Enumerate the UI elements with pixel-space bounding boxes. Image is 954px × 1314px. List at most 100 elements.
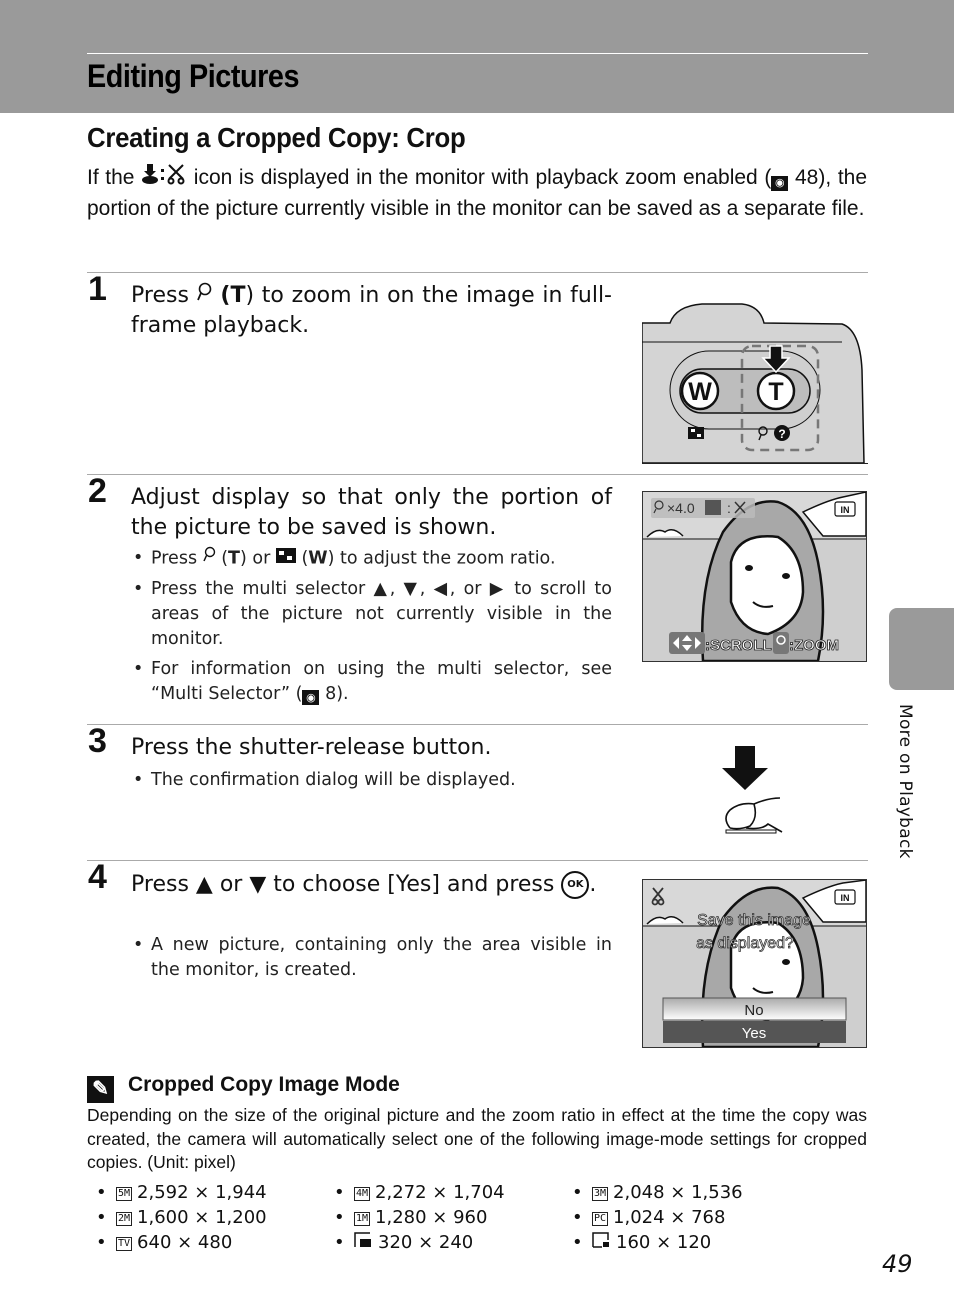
image-mode-item: • 160 × 120: [572, 1231, 712, 1255]
step-text: Press: [131, 283, 189, 308]
chapter-tab-label: More on Playback: [895, 704, 915, 859]
ok-button-icon: OK: [561, 871, 590, 899]
ref-page: 8: [325, 683, 337, 704]
right-arrow-icon: ▶: [489, 578, 506, 599]
zoom-magnifier-icon: [196, 281, 213, 311]
image-mode-1m-icon: 1M: [354, 1212, 371, 1226]
step-divider: [87, 474, 868, 475]
bullet-item: For information on using the multi selec…: [131, 657, 612, 707]
image-mode-item: • 3M 2,048 × 1,536: [572, 1182, 743, 1203]
up-arrow-icon: ▲: [195, 872, 213, 897]
text: ).: [336, 683, 349, 704]
tele-label: T: [228, 548, 240, 569]
svg-text:Yes: Yes: [742, 1025, 766, 1042]
mode-size: 1,600 × 1,200: [137, 1207, 267, 1228]
print-crop-icon: [141, 163, 187, 194]
text: Press: [151, 548, 198, 569]
chapter-title: Editing Pictures: [87, 58, 300, 94]
print-icon: [705, 500, 721, 515]
bullet-item: The confirmation dialog will be displaye…: [131, 768, 612, 793]
svg-text::: :: [727, 500, 731, 516]
text: Press the multi selector: [151, 578, 366, 599]
step-divider: [87, 860, 868, 861]
step-title: Adjust display so that only the portion …: [131, 485, 612, 540]
image-mode-160-icon: [592, 1231, 610, 1255]
step-number: 1: [88, 270, 107, 308]
up-arrow-icon: ▲: [373, 578, 390, 599]
intro-text-start: If the: [87, 166, 135, 189]
text: ,: [389, 578, 396, 599]
step-number: 2: [88, 472, 107, 510]
step-title: Press (T) to zoom in on the image in ful…: [131, 281, 612, 341]
paren: (: [220, 283, 231, 308]
left-arrow-icon: ◀: [433, 578, 450, 599]
shutter-press-figure: [718, 746, 788, 838]
image-mode-item: • 1M 1,280 × 960: [334, 1207, 488, 1228]
image-mode-tv-icon: TV: [116, 1237, 133, 1251]
note-heading: ✎ Cropped Copy Image Mode: [87, 1073, 400, 1103]
mode-size: 2,048 × 1,536: [613, 1182, 743, 1203]
zoom-hint: :ZOOM: [789, 637, 839, 654]
text: or: [219, 872, 243, 897]
dialog-prompt-line1: Save this image: [697, 912, 811, 929]
step-divider: [87, 724, 868, 725]
image-mode-list: • 5M 2,592 × 1,944 • 4M 2,272 × 1,704 • 3M 2,0…: [96, 1181, 796, 1255]
svg-text:IN: IN: [841, 505, 850, 515]
camera-zoom-buttons-figure: W T ?: [642, 290, 868, 464]
down-arrow-icon: [722, 746, 768, 790]
thumbnail-icon: [688, 427, 704, 439]
mode-size: 2,272 × 1,704: [375, 1182, 505, 1203]
step-bullets: The confirmation dialog will be displaye…: [131, 768, 612, 798]
text: ) or: [239, 548, 271, 569]
down-arrow-icon: ▼: [403, 578, 420, 599]
bullet-item: Press (T) or (W) to adjust the zoom rati…: [131, 546, 612, 572]
text: .: [589, 872, 597, 897]
chapter-tab: [889, 608, 954, 690]
image-mode-item: • TV 640 × 480: [96, 1232, 233, 1253]
tele-button-label: T: [768, 378, 783, 406]
dialog-prompt-line2: as displayed?: [696, 935, 794, 952]
image-mode-item: • PC 1,024 × 768: [572, 1207, 726, 1228]
image-mode-2m-icon: 2M: [116, 1212, 133, 1226]
wide-button-label: W: [688, 378, 712, 406]
zoom-magnifier-icon: [202, 546, 216, 571]
intro-text-middle: icon is displayed in the monitor with pl…: [193, 166, 772, 189]
svg-text:No: No: [744, 1002, 763, 1019]
note-pencil-icon: ✎: [87, 1076, 114, 1103]
text: , or: [449, 578, 482, 599]
mode-size: 1,024 × 768: [613, 1207, 726, 1228]
intro-ref-page: 48: [795, 166, 819, 189]
mode-size: 160 × 120: [616, 1232, 712, 1253]
chapter-header: Editing Pictures: [0, 0, 954, 113]
confirm-dialog-screen-figure: IN Save this image as displayed? No Yes: [642, 879, 867, 1048]
image-mode-item: • 320 × 240: [334, 1231, 474, 1255]
down-arrow-icon: ▼: [249, 872, 267, 897]
image-mode-pc-icon: PC: [592, 1212, 609, 1226]
tele-label: T: [230, 283, 246, 308]
section-title: Creating a Cropped Copy: Crop: [87, 122, 466, 153]
text: For information on using the multi selec…: [151, 658, 612, 704]
text: ,: [419, 578, 426, 599]
page-ref-icon: ◉: [771, 176, 789, 191]
step-divider: [87, 272, 868, 273]
step-number: 4: [88, 858, 107, 896]
step-number: 3: [88, 722, 107, 760]
zoom-readout: ×4.0: [667, 500, 695, 516]
svg-text:IN: IN: [841, 893, 850, 903]
page-number: 49: [882, 1250, 913, 1278]
image-mode-item: • 2M 1,600 × 1,200: [96, 1207, 267, 1228]
step-title: Press ▲ or ▼ to choose [Yes] and press O…: [131, 870, 612, 900]
scroll-hint: :SCROLL: [705, 637, 772, 654]
image-mode-5m-icon: 5M: [116, 1187, 133, 1201]
finger-icon: [725, 797, 783, 833]
text: ) to adjust the zoom ratio.: [327, 548, 556, 569]
bullet-item: A new picture, containing only the area …: [131, 933, 612, 983]
bullet-item: Press the multi selector ▲, ▼, ◀, or ▶ t…: [131, 577, 612, 652]
image-mode-item: • 4M 2,272 × 1,704: [334, 1182, 505, 1203]
mode-size: 1,280 × 960: [375, 1207, 488, 1228]
image-mode-320-icon: [354, 1231, 372, 1255]
image-mode-item: • 5M 2,592 × 1,944: [96, 1182, 267, 1203]
mode-size: 320 × 240: [378, 1232, 474, 1253]
step-bullets: A new picture, containing only the area …: [131, 933, 612, 988]
image-mode-4m-icon: 4M: [354, 1187, 371, 1201]
